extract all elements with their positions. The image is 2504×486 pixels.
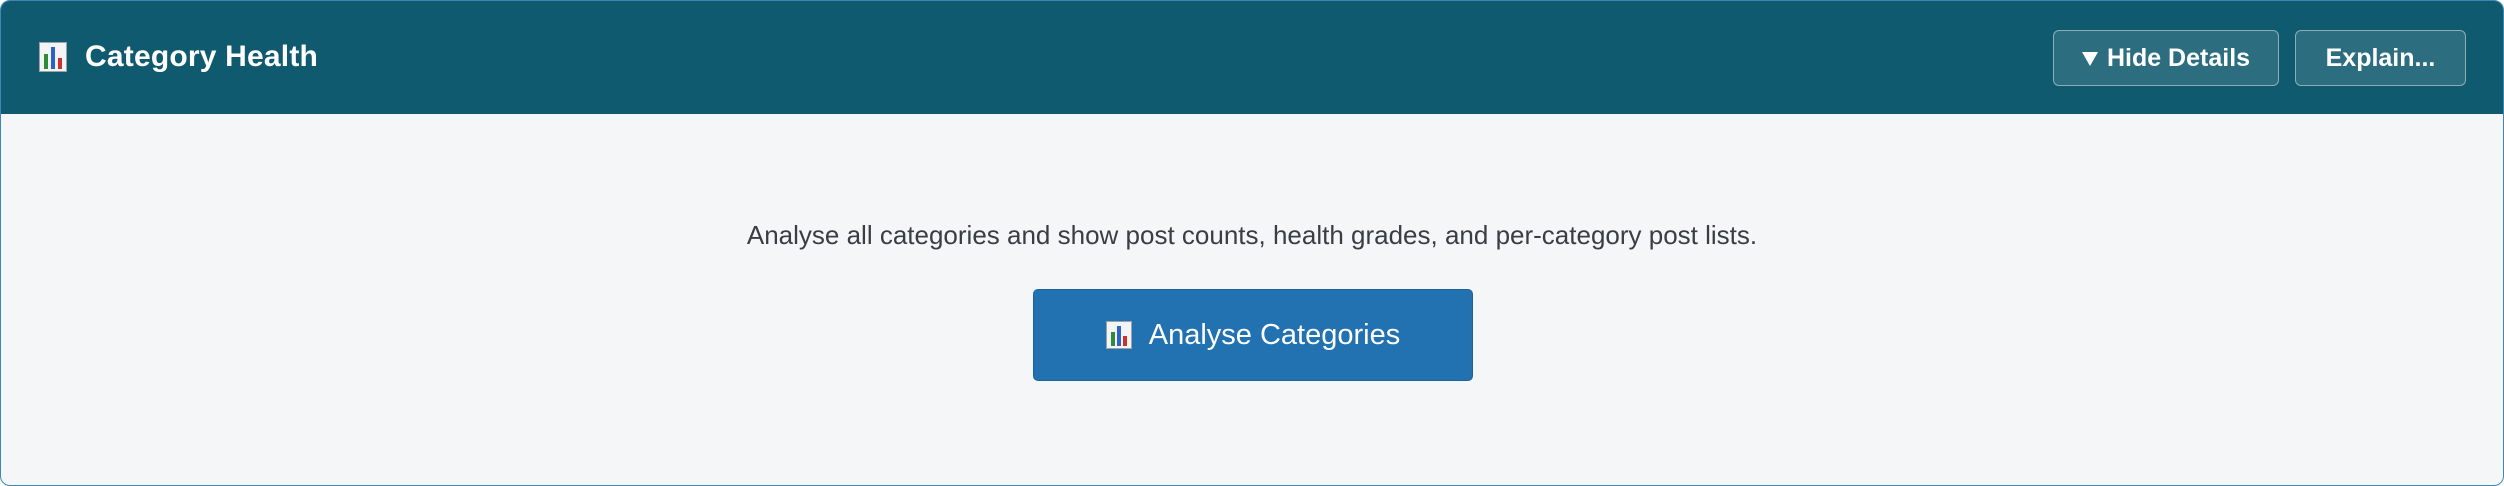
panel-description: Analyse all categories and show post cou… [746, 220, 1758, 250]
explain-label: Explain... [2325, 43, 2436, 72]
bar-chart-icon [1105, 321, 1132, 349]
bar-chart-icon [39, 42, 67, 72]
hide-details-button[interactable]: Hide Details [2053, 30, 2279, 86]
category-health-panel: Category Health Hide Details Explain... … [0, 0, 2504, 486]
triangle-down-icon [2081, 52, 2098, 66]
panel-title-text: Category Health [85, 40, 319, 73]
analyse-categories-button[interactable]: Analyse Categories [1033, 289, 1473, 381]
panel-header: Category Health Hide Details Explain... [1, 1, 2503, 114]
explain-button[interactable]: Explain... [2295, 30, 2466, 86]
panel-title: Category Health [39, 37, 318, 77]
hide-details-label: Hide Details [2106, 43, 2251, 72]
analyse-categories-label: Analyse Categories [1148, 318, 1401, 351]
